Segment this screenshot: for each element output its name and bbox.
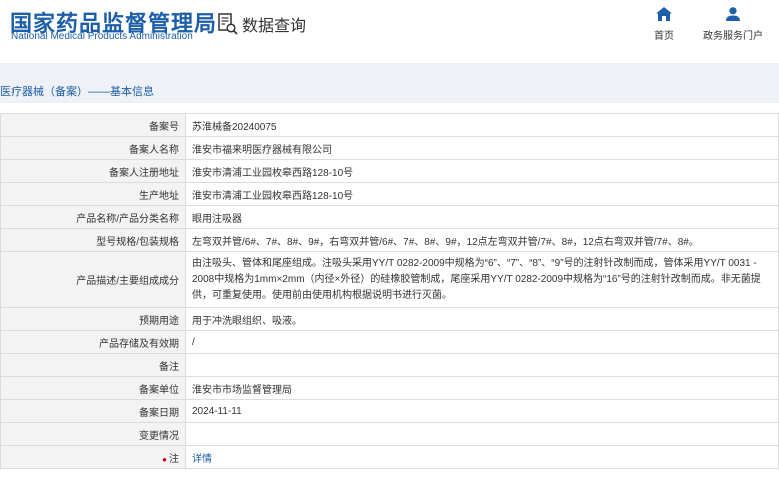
table-row: 产品名称/产品分类名称 眼用注吸器: [0, 205, 779, 229]
table-row: 备案日期 2024-11-11: [0, 399, 779, 423]
user-icon: [726, 7, 740, 21]
row-value: 2024-11-11: [185, 399, 779, 423]
data-query-title: 数据查询: [218, 12, 306, 36]
row-value: 左弯双并管/6#、7#、8#、9#，右弯双并管/6#、7#、8#、9#，12点左…: [185, 228, 779, 252]
row-label: 变更情况: [0, 422, 186, 446]
note-label-cell: ● 注: [0, 445, 186, 469]
logo-title-en: National Medical Products Administration: [11, 31, 193, 42]
row-label: 备案人注册地址: [0, 159, 186, 183]
table-row: 产品描述/主要组成成分 由注吸头、管体和尾座组成。注吸头采用YY/T 0282-…: [0, 251, 779, 308]
row-label: 产品存储及有效期: [0, 330, 186, 354]
note-dot-icon: ●: [162, 454, 167, 464]
table-row: ● 注 详情: [0, 445, 779, 469]
row-label: 备案号: [0, 113, 186, 137]
row-label: 注: [169, 453, 179, 465]
table-row: 生产地址 淮安市清浦工业园枚皋西路128-10号: [0, 182, 779, 206]
breadcrumb: 医疗器械（备案）——基本信息: [0, 86, 154, 98]
row-label: 生产地址: [0, 182, 186, 206]
row-value: 由注吸头、管体和尾座组成。注吸头采用YY/T 0282-2009中规格为“6”、…: [185, 251, 779, 308]
nav-home-label: 首页: [654, 31, 674, 42]
table-row: 备案号 苏淮械备20240075: [0, 113, 779, 137]
document-search-icon: [218, 13, 238, 35]
data-query-label: 数据查询: [242, 18, 307, 35]
row-label: 型号规格/包装规格: [0, 228, 186, 252]
row-value: 淮安市福来明医疗器械有限公司: [185, 136, 779, 160]
nav-gov-portal[interactable]: 政务服务门户: [698, 7, 768, 42]
site-header: 国家药品监督管理局 National Medical Products Admi…: [0, 0, 779, 62]
row-value: 淮安市清浦工业园枚皋西路128-10号: [185, 159, 779, 183]
row-value: [185, 422, 779, 446]
details-link[interactable]: 详情: [192, 454, 212, 465]
table-row: 型号规格/包装规格 左弯双并管/6#、7#、8#、9#，右弯双并管/6#、7#、…: [0, 228, 779, 252]
row-label: 备案单位: [0, 376, 186, 400]
row-label: 产品描述/主要组成成分: [0, 251, 186, 308]
row-label: 备注: [0, 353, 186, 377]
table-row: 备案单位 淮安市市场监督管理局: [0, 376, 779, 400]
table-row: 变更情况: [0, 422, 779, 446]
table-row: 备案人注册地址 淮安市清浦工业园枚皋西路128-10号: [0, 159, 779, 183]
detail-table: 备案号 苏淮械备20240075 备案人名称 淮安市福来明医疗器械有限公司 备案…: [0, 113, 779, 469]
row-value: 眼用注吸器: [185, 205, 779, 229]
row-label: 产品名称/产品分类名称: [0, 205, 186, 229]
row-value: [185, 353, 779, 377]
row-label: 备案日期: [0, 399, 186, 423]
row-label: 预期用途: [0, 307, 186, 331]
row-value: 淮安市清浦工业园枚皋西路128-10号: [185, 182, 779, 206]
breadcrumb-bar: 医疗器械（备案）——基本信息: [0, 77, 779, 103]
nav-home[interactable]: 首页: [650, 7, 678, 42]
divider-band: [0, 63, 779, 77]
table-row: 产品存储及有效期 /: [0, 330, 779, 354]
row-label: 备案人名称: [0, 136, 186, 160]
row-value: 用于冲洗眼组织、吸液。: [185, 307, 779, 331]
home-icon: [656, 7, 672, 21]
row-value: 详情: [185, 445, 779, 469]
table-row: 预期用途 用于冲洗眼组织、吸液。: [0, 307, 779, 331]
row-value: 苏淮械备20240075: [185, 113, 779, 137]
row-value: /: [185, 330, 779, 354]
table-row: 备案人名称 淮安市福来明医疗器械有限公司: [0, 136, 779, 160]
nav-gov-label: 政务服务门户: [703, 31, 763, 42]
table-row: 备注: [0, 353, 779, 377]
row-value: 淮安市市场监督管理局: [185, 376, 779, 400]
